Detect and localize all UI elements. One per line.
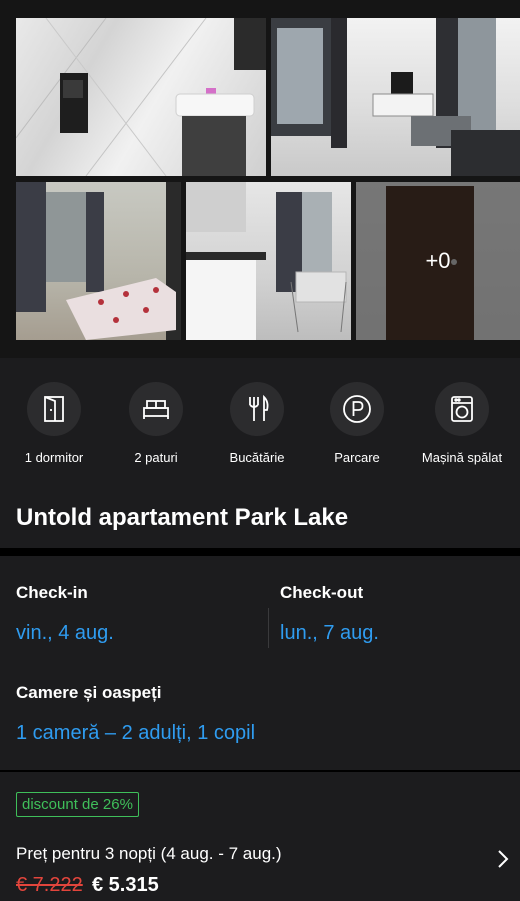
amenities-row: 1 dormitor 2 paturi Bucătărie Parcare Ma… [0,358,520,488]
photo-gallery: +0 [0,0,520,358]
more-photos-count[interactable]: +0 [356,182,520,340]
parking-icon [330,382,384,436]
amenity-label: 1 dormitor [24,450,84,465]
amenity-label: Parcare [334,450,380,465]
rooms-guests-value[interactable]: 1 cameră – 2 adulți, 1 copil [16,722,255,745]
price-section[interactable]: discount de 26% Preț pentru 3 nopți (4 a… [0,772,520,901]
amenity-kitchen: Bucătărie [205,382,309,465]
bed-icon [129,382,183,436]
property-title-section: Untold apartament Park Lake [0,488,520,548]
booking-details: Check-in vin., 4 aug. Check-out lun., 7 … [0,556,520,770]
checkout-label: Check-out [280,583,364,602]
amenity-parking: Parcare [305,382,409,465]
photo-bathroom[interactable] [16,18,266,176]
old-price: € 7.222 [16,874,83,896]
new-price: € 5.315 [92,874,159,896]
checkout-date[interactable]: lun., 7 aug. [280,622,379,645]
amenity-beds: 2 paturi [104,382,208,465]
fork-knife-icon [230,382,284,436]
photo-living-room[interactable] [271,18,520,176]
checkin-date[interactable]: vin., 4 aug. [16,622,114,645]
date-divider [268,608,269,648]
amenity-washing-machine: Mașină spălat [410,382,514,465]
checkin-label: Check-in [16,583,88,602]
amenity-label: Bucătărie [229,450,285,465]
property-title: Untold apartament Park Lake [16,504,349,531]
amenity-bedroom: 1 dormitor [2,382,106,465]
rooms-guests-label: Camere și oaspeți [16,683,162,702]
discount-badge: discount de 26% [16,792,139,817]
photo-door[interactable]: +0 [356,182,520,340]
washing-machine-icon [435,382,489,436]
photo-bedroom[interactable] [16,182,181,340]
photo-kitchen[interactable] [186,182,351,340]
price-label: Preț pentru 3 nopți (4 aug. - 7 aug.) [16,844,282,863]
door-icon [27,382,81,436]
amenity-label: Mașină spălat [421,450,503,465]
chevron-right-icon[interactable] [496,848,510,875]
amenity-label: 2 paturi [134,450,178,465]
